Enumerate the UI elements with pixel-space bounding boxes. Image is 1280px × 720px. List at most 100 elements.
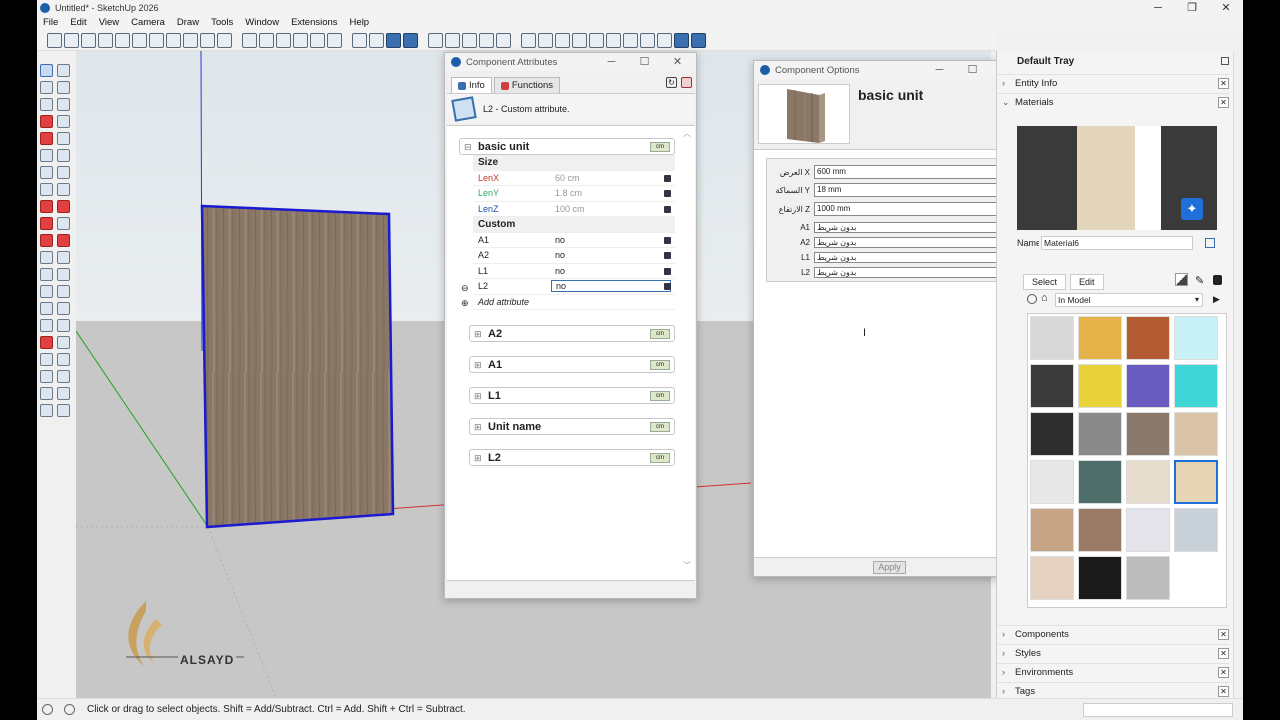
material-swatch[interactable] <box>1078 364 1122 408</box>
xray-icon[interactable] <box>369 33 384 48</box>
attr-row-l1[interactable]: L1 no <box>473 264 675 279</box>
attr-row-a2[interactable]: A2 no <box>473 248 675 264</box>
minimize-icon[interactable]: ─ <box>1141 0 1175 16</box>
entity-info-panel[interactable]: › Entity Info ✕ <box>997 74 1229 92</box>
close-panel-icon[interactable]: ✕ <box>1218 78 1229 89</box>
units-badge[interactable]: cm <box>650 142 670 152</box>
close-icon[interactable]: ✕ <box>1209 0 1243 16</box>
attr-row-a1[interactable]: A1 no <box>473 233 675 248</box>
follow-me-icon[interactable] <box>57 217 70 230</box>
menu-edit[interactable]: Edit <box>64 16 92 31</box>
warehouse-icon[interactable] <box>40 404 53 417</box>
group-a2[interactable]: ⊞ A2 cm <box>469 325 675 342</box>
menu-help[interactable]: Help <box>344 16 376 31</box>
details-icon[interactable] <box>664 174 671 182</box>
extension-tool-5-icon[interactable] <box>640 33 655 48</box>
details-icon[interactable] <box>664 205 671 213</box>
right-view-icon[interactable] <box>293 33 308 48</box>
expand-icon[interactable]: ⊞ <box>474 391 482 402</box>
walk-icon[interactable] <box>57 353 70 366</box>
attr-row-lenz[interactable]: LenZ 100 cm <box>473 202 675 217</box>
position-camera-icon[interactable] <box>40 353 53 366</box>
new-file-icon[interactable] <box>47 33 62 48</box>
tab-info[interactable]: Info <box>451 77 492 93</box>
extension-tool-4-icon[interactable] <box>623 33 638 48</box>
expand-icon[interactable]: ⊞ <box>474 360 482 371</box>
menu-file[interactable]: File <box>37 16 64 31</box>
material-swatch[interactable] <box>1174 412 1218 456</box>
cut-icon[interactable] <box>98 33 113 48</box>
group-l2[interactable]: ⊞ L2 cm <box>469 449 675 466</box>
eraser-icon[interactable] <box>57 81 70 94</box>
lasso-tool-icon[interactable] <box>57 64 70 77</box>
refresh-icon[interactable]: ↻ <box>666 77 677 88</box>
material-swatch[interactable] <box>1126 364 1170 408</box>
wood-panel-component[interactable] <box>200 204 395 529</box>
tab-select[interactable]: Select <box>1023 274 1067 290</box>
close-panel-icon[interactable]: ✕ <box>1218 667 1229 678</box>
3d-text-icon[interactable] <box>57 285 70 298</box>
thickness-field[interactable]: 18 mm <box>814 183 1007 197</box>
extension-tool-8-icon[interactable] <box>691 33 706 48</box>
material-swatch[interactable] <box>1174 316 1218 360</box>
attr-row-leny[interactable]: LenY 1.8 cm <box>473 186 675 202</box>
open-file-icon[interactable] <box>64 33 79 48</box>
group-l1[interactable]: ⊞ L1 cm <box>469 387 675 404</box>
menu-extensions[interactable]: Extensions <box>285 16 343 31</box>
close-icon[interactable]: ✕ <box>661 53 694 71</box>
material-swatch[interactable] <box>1030 364 1074 408</box>
material-swatch[interactable] <box>1126 316 1170 360</box>
material-swatch[interactable] <box>1078 460 1122 504</box>
extension-tool-2-icon[interactable] <box>589 33 604 48</box>
units-badge[interactable]: cm <box>650 422 670 432</box>
tags-panel[interactable]: › Tags ✕ <box>997 682 1229 700</box>
shaded-icon[interactable] <box>403 33 418 48</box>
zoom-window-icon[interactable] <box>57 319 70 332</box>
delete-attribute-icon[interactable]: ⊖ <box>461 283 469 294</box>
material-swatch[interactable] <box>1078 412 1122 456</box>
a1-select[interactable]: بدون شريط▼ <box>814 221 1007 233</box>
material-swatch[interactable] <box>1030 412 1074 456</box>
menu-draw[interactable]: Draw <box>171 16 205 31</box>
expand-icon[interactable]: ⊞ <box>474 329 482 340</box>
component-icon[interactable] <box>428 33 443 48</box>
details-icon[interactable] <box>664 283 671 290</box>
circle-icon[interactable] <box>40 149 53 162</box>
environments-panel[interactable]: › Environments ✕ <box>997 663 1229 681</box>
details-icon[interactable] <box>664 252 671 259</box>
2point-arc-icon[interactable] <box>57 166 70 179</box>
section-plane-tool-icon[interactable] <box>57 370 70 383</box>
scale-icon[interactable] <box>40 234 53 247</box>
l2-select[interactable]: بدون شريط▼ <box>814 266 1007 278</box>
pin-icon[interactable] <box>1221 57 1229 65</box>
material-swatch[interactable] <box>1030 460 1074 504</box>
close-panel-icon[interactable]: ✕ <box>1218 686 1229 697</box>
front-view-icon[interactable] <box>276 33 291 48</box>
dc-interact-icon[interactable] <box>521 33 536 48</box>
back-view-icon[interactable] <box>310 33 325 48</box>
add-attribute-icon[interactable]: ⊕ <box>461 298 469 309</box>
close-panel-icon[interactable]: ✕ <box>1218 648 1229 659</box>
component-attributes-titlebar[interactable]: Component Attributes ─ ☐ ✕ <box>445 53 696 71</box>
rotate-icon[interactable] <box>40 217 53 230</box>
3point-arc-icon[interactable] <box>40 183 53 196</box>
pie-icon[interactable] <box>57 183 70 196</box>
material-swatch[interactable] <box>1078 508 1122 552</box>
move-icon[interactable] <box>40 200 53 213</box>
material-swatch[interactable] <box>1078 316 1122 360</box>
components-panel[interactable]: › Components ✕ <box>997 625 1229 643</box>
orbit-icon[interactable] <box>352 33 367 48</box>
extension-tool-3-icon[interactable] <box>606 33 621 48</box>
details-icon[interactable] <box>664 267 671 275</box>
menu-tools[interactable]: Tools <box>205 16 239 31</box>
units-badge[interactable]: cm <box>650 453 670 463</box>
maximize-icon[interactable]: ☐ <box>956 61 989 79</box>
axes-icon[interactable] <box>40 285 53 298</box>
tape-measure-icon[interactable] <box>40 251 53 264</box>
maximize-icon[interactable]: ☐ <box>628 53 661 71</box>
material-name-field[interactable]: Material6 <box>1041 236 1193 250</box>
height-field[interactable]: 1000 mm <box>814 202 1007 216</box>
scroll-up-icon[interactable]: ︿ <box>683 128 691 139</box>
material-swatch[interactable] <box>1126 508 1170 552</box>
maximize-icon[interactable]: ❐ <box>1175 0 1209 16</box>
